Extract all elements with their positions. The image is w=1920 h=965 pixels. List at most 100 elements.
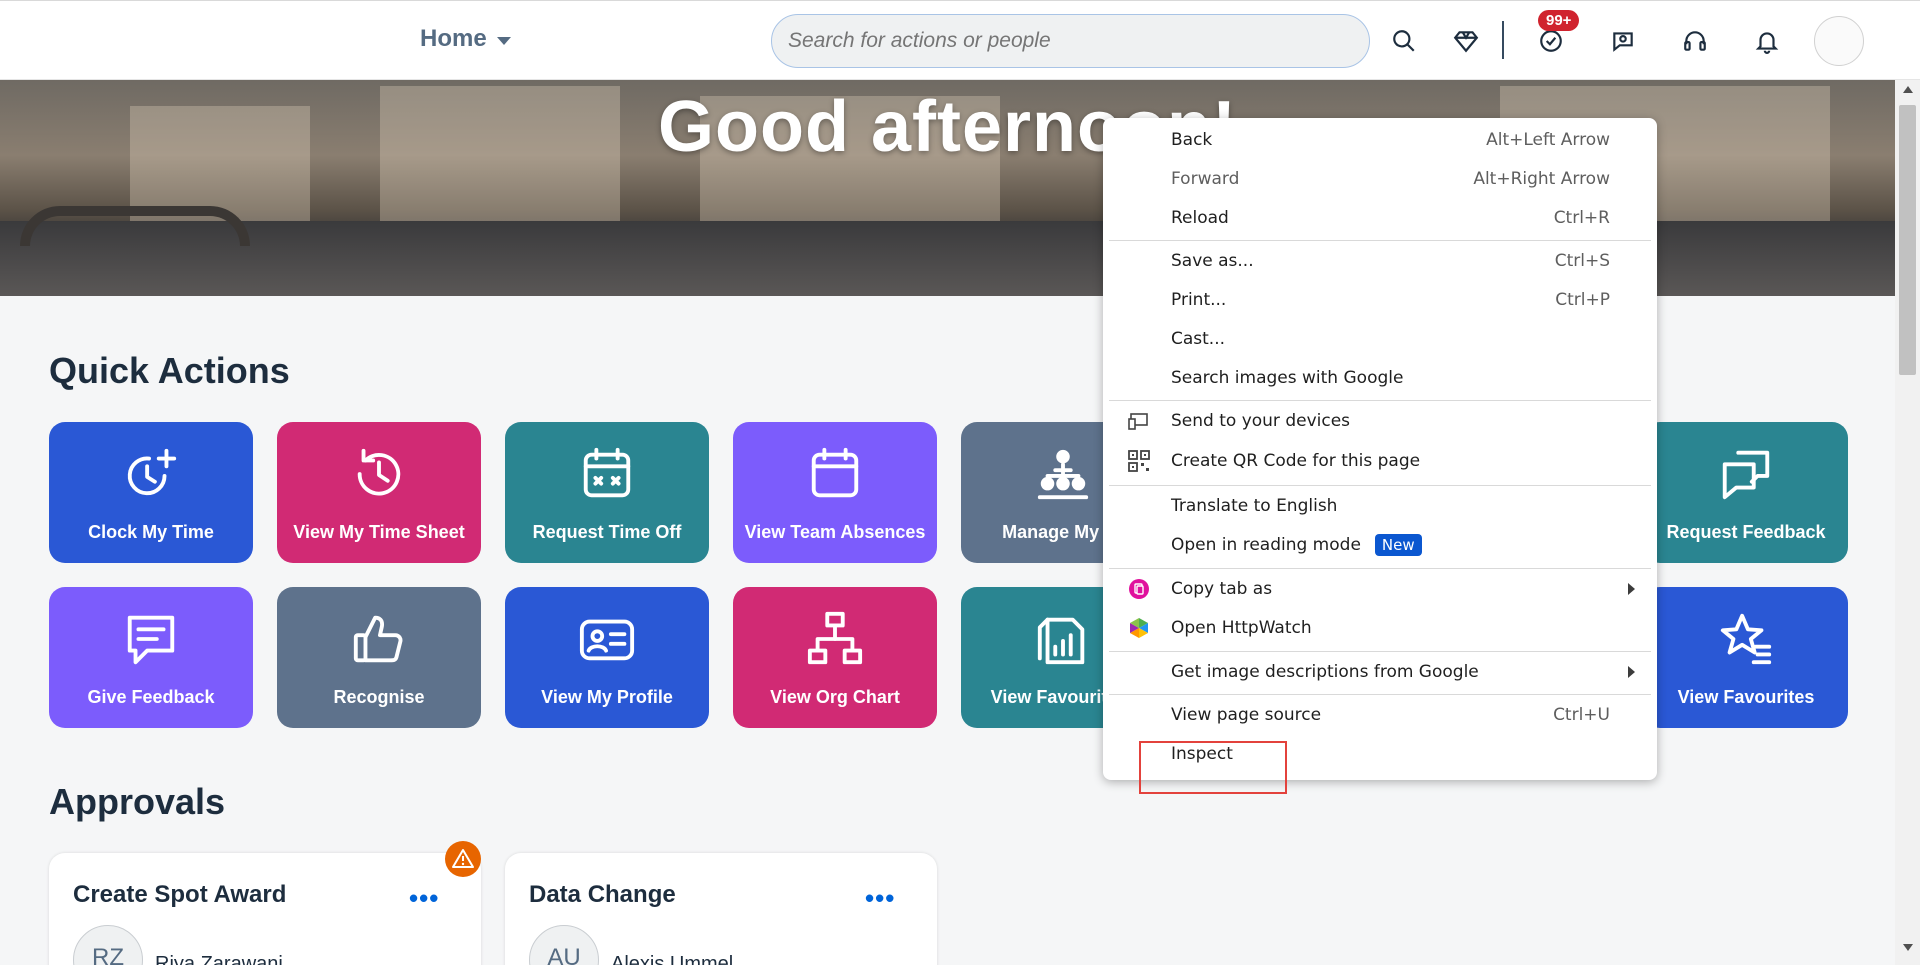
menu-separator bbox=[1109, 240, 1651, 241]
tile-label: View My Time Sheet bbox=[293, 522, 465, 542]
menu-item-shortcut: Ctrl+U bbox=[1553, 705, 1610, 725]
menu-item-search-images[interactable]: Search images with Google bbox=[1103, 362, 1657, 394]
tile-label: Clock My Time bbox=[88, 522, 214, 542]
menu-item-label: Inspect bbox=[1171, 744, 1233, 764]
tile-view-my-time-sheet[interactable]: View My Time Sheet bbox=[277, 422, 481, 563]
menu-item-label: Send to your devices bbox=[1171, 411, 1351, 431]
team-hierarchy-icon bbox=[1033, 444, 1093, 504]
menu-item-shortcut: Ctrl+P bbox=[1555, 290, 1610, 310]
search-icon[interactable] bbox=[1384, 21, 1424, 61]
quick-actions-title: Quick Actions bbox=[49, 350, 290, 391]
report-chart-icon bbox=[1033, 609, 1093, 669]
notification-count-badge: 99+ bbox=[1538, 10, 1580, 31]
devices-icon bbox=[1127, 409, 1151, 433]
calendar-icon bbox=[805, 444, 865, 504]
submenu-arrow-icon bbox=[1628, 583, 1635, 595]
tile-view-org-chart[interactable]: View Org Chart bbox=[733, 587, 937, 728]
menu-item-shortcut: Ctrl+R bbox=[1553, 208, 1610, 228]
chat-support-icon[interactable] bbox=[1603, 21, 1643, 61]
search-input[interactable] bbox=[771, 14, 1370, 68]
menu-item-copy-tab-as[interactable]: Copy tab as bbox=[1103, 573, 1657, 605]
menu-separator bbox=[1109, 400, 1651, 401]
home-menu-button[interactable]: Home bbox=[420, 25, 511, 53]
user-avatar[interactable] bbox=[1814, 16, 1864, 66]
menu-item-label: Open in reading mode New bbox=[1171, 534, 1422, 556]
tile-label: View Org Chart bbox=[770, 687, 900, 707]
tile-label: Request Feedback bbox=[1666, 522, 1826, 542]
approval-card[interactable]: Data Change ••• AU Alexis Ummel bbox=[505, 853, 937, 965]
menu-item-open-httpwatch[interactable]: Open HttpWatch bbox=[1103, 612, 1657, 644]
menu-item-translate[interactable]: Translate to English bbox=[1103, 490, 1657, 522]
page-scrollbar[interactable] bbox=[1895, 80, 1920, 965]
approval-card[interactable]: Create Spot Award ••• RZ Riya Zarawani bbox=[49, 853, 481, 965]
menu-item-create-qr[interactable]: Create QR Code for this page bbox=[1103, 445, 1657, 477]
menu-item-reload[interactable]: Reload Ctrl+R bbox=[1103, 202, 1657, 234]
menu-item-forward[interactable]: Forward Alt+Right Arrow bbox=[1103, 163, 1657, 195]
menu-item-label: Forward bbox=[1171, 169, 1240, 189]
requester-name: Alexis Ummel bbox=[611, 953, 734, 965]
more-options-button[interactable]: ••• bbox=[865, 883, 895, 914]
browser-context-menu: Back Alt+Left Arrow Forward Alt+Right Ar… bbox=[1103, 118, 1657, 780]
submenu-arrow-icon bbox=[1628, 666, 1635, 678]
menu-item-label: Cast... bbox=[1171, 329, 1226, 349]
approvals-title: Approvals bbox=[49, 781, 226, 822]
menu-item-shortcut: Ctrl+S bbox=[1554, 251, 1610, 271]
menu-item-save-as[interactable]: Save as... Ctrl+S bbox=[1103, 245, 1657, 277]
menu-item-back[interactable]: Back Alt+Left Arrow bbox=[1103, 124, 1657, 156]
menu-item-shortcut: Alt+Right Arrow bbox=[1473, 169, 1610, 189]
feedback-request-icon bbox=[1716, 444, 1776, 504]
copy-tab-icon bbox=[1127, 577, 1151, 601]
top-header: Home 99+ bbox=[0, 0, 1920, 80]
menu-item-inspect[interactable]: Inspect bbox=[1103, 738, 1657, 770]
menu-separator bbox=[1109, 651, 1651, 652]
calendar-cancel-icon bbox=[577, 444, 637, 504]
bell-icon[interactable] bbox=[1747, 21, 1787, 61]
card-title: Data Change bbox=[529, 881, 676, 908]
menu-item-label: Get image descriptions from Google bbox=[1171, 662, 1479, 682]
menu-separator bbox=[1109, 694, 1651, 695]
tile-clock-my-time[interactable]: Clock My Time bbox=[49, 422, 253, 563]
history-icon bbox=[349, 444, 409, 504]
scroll-down-arrow-icon[interactable] bbox=[1903, 944, 1913, 951]
star-list-icon bbox=[1716, 609, 1776, 669]
menu-item-label: Save as... bbox=[1171, 251, 1254, 271]
tile-view-team-absences[interactable]: View Team Absences bbox=[733, 422, 937, 563]
warning-icon bbox=[445, 841, 481, 877]
httpwatch-icon bbox=[1127, 616, 1151, 640]
avatar: AU bbox=[529, 925, 599, 965]
menu-item-image-descriptions[interactable]: Get image descriptions from Google bbox=[1103, 656, 1657, 688]
menu-separator bbox=[1109, 485, 1651, 486]
menu-item-cast[interactable]: Cast... bbox=[1103, 323, 1657, 355]
hero-bridge bbox=[20, 206, 250, 246]
tile-view-my-profile[interactable]: View My Profile bbox=[505, 587, 709, 728]
scroll-thumb[interactable] bbox=[1899, 105, 1916, 375]
tile-view-favourites[interactable]: View Favourites bbox=[1644, 587, 1848, 728]
tile-label: View My Profile bbox=[541, 687, 673, 707]
menu-item-reading-mode[interactable]: Open in reading mode New bbox=[1103, 529, 1657, 561]
tile-give-feedback[interactable]: Give Feedback bbox=[49, 587, 253, 728]
menu-item-print[interactable]: Print... Ctrl+P bbox=[1103, 284, 1657, 316]
tile-label: View Team Absences bbox=[744, 522, 926, 542]
scroll-up-arrow-icon[interactable] bbox=[1903, 86, 1913, 93]
menu-item-label: Copy tab as bbox=[1171, 579, 1273, 599]
menu-item-send-to-devices[interactable]: Send to your devices bbox=[1103, 405, 1657, 437]
more-options-button[interactable]: ••• bbox=[409, 883, 439, 914]
tile-request-time-off[interactable]: Request Time Off bbox=[505, 422, 709, 563]
profile-card-icon bbox=[577, 609, 637, 669]
org-chart-icon bbox=[805, 609, 865, 669]
menu-item-label: Translate to English bbox=[1171, 496, 1338, 516]
caret-down-icon bbox=[496, 36, 511, 45]
thumbs-up-icon bbox=[349, 609, 409, 669]
tile-recognise[interactable]: Recognise bbox=[277, 587, 481, 728]
card-title: Create Spot Award bbox=[73, 881, 287, 908]
diamond-icon[interactable] bbox=[1446, 21, 1486, 61]
avatar: RZ bbox=[73, 925, 143, 965]
tile-label: Give Feedback bbox=[87, 687, 215, 707]
menu-item-text: Open in reading mode bbox=[1171, 535, 1361, 555]
tile-request-feedback[interactable]: Request Feedback bbox=[1644, 422, 1848, 563]
headset-icon[interactable] bbox=[1675, 21, 1715, 61]
menu-item-label: Search images with Google bbox=[1171, 368, 1404, 388]
tile-label: View Favourites bbox=[1677, 687, 1815, 707]
menu-item-view-page-source[interactable]: View page source Ctrl+U bbox=[1103, 699, 1657, 731]
menu-item-label: Print... bbox=[1171, 290, 1227, 310]
